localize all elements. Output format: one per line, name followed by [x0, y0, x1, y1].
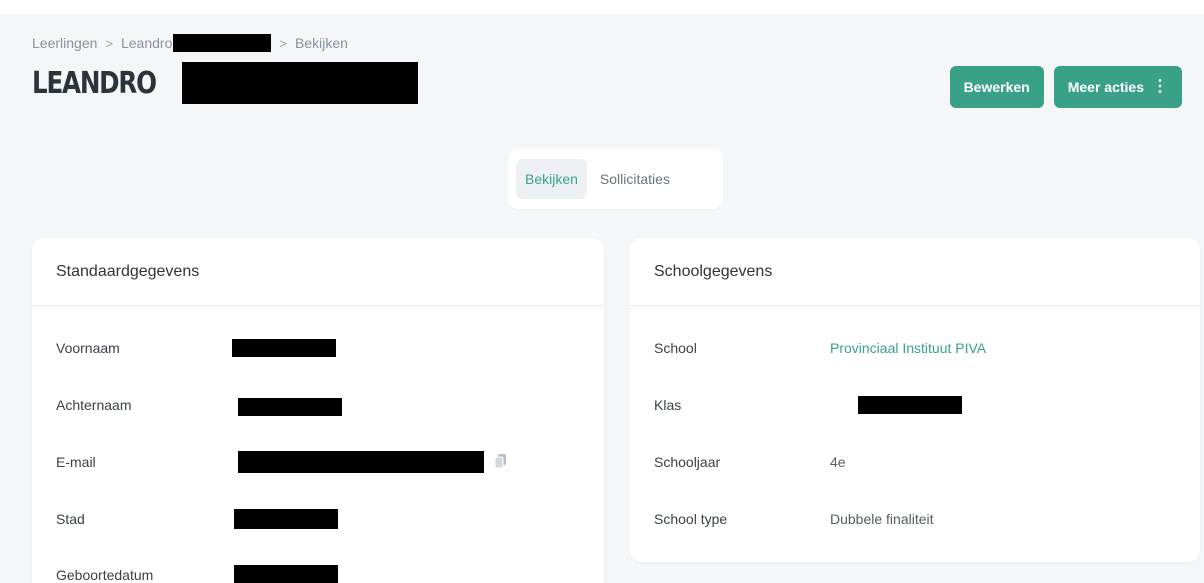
field-row-school: School Provinciaal Instituut PIVA: [654, 338, 986, 358]
card-title: Schoolgegevens: [630, 238, 1200, 306]
breadcrumb-item-student[interactable]: Leandro: [120, 34, 272, 52]
breadcrumb-item-leerlingen[interactable]: Leerlingen: [32, 35, 97, 51]
field-label: Achternaam: [56, 397, 132, 413]
tab-bekijken[interactable]: Bekijken: [516, 159, 587, 199]
field-label: Voornaam: [56, 340, 120, 356]
kebab-icon: ⋮: [1152, 78, 1168, 95]
field-label: School: [654, 340, 697, 356]
school-info-card: Schoolgegevens School Provinciaal Instit…: [630, 238, 1200, 562]
field-value: 4e: [830, 454, 846, 470]
field-label: Schooljaar: [654, 454, 721, 470]
edit-button[interactable]: Bewerken: [949, 66, 1044, 108]
more-actions-button[interactable]: Meer acties ⋮: [1053, 66, 1182, 108]
field-row-email: E-mail: [56, 451, 508, 473]
redaction-block: [238, 398, 342, 416]
page-title: LEANDRO: [32, 62, 418, 104]
top-strip: [0, 0, 1204, 14]
header-actions: Bewerken Meer acties ⋮: [949, 66, 1182, 108]
field-label: Geboortedatum: [56, 567, 154, 583]
field-label: School type: [654, 511, 728, 527]
field-label: E-mail: [56, 454, 96, 470]
more-actions-label: Meer acties: [1067, 79, 1144, 95]
page-title-text: LEANDRO: [32, 65, 157, 101]
field-value: Dubbele finaliteit: [830, 511, 934, 527]
field-label: Klas: [654, 397, 682, 413]
redaction-block: [234, 509, 338, 529]
edit-button-label: Bewerken: [963, 79, 1030, 95]
standard-info-card: Standaardgegevens Voornaam Achternaam E-…: [32, 238, 604, 583]
field-label: Stad: [56, 511, 85, 527]
breadcrumb: Leerlingen > Leandro > Bekijken: [32, 34, 348, 52]
redaction-block: [182, 62, 418, 104]
redaction-block: [238, 451, 484, 473]
redaction-block: [232, 339, 336, 357]
field-row-school-type: School type Dubbele finaliteit: [654, 509, 934, 529]
tab-bar: Bekijken Sollicitaties: [508, 149, 723, 209]
field-row-stad: Stad: [56, 509, 338, 529]
redaction-block: [858, 396, 962, 414]
breadcrumb-student-label: Leandro: [120, 35, 173, 51]
field-row-schooljaar: Schooljaar 4e: [654, 452, 846, 472]
breadcrumb-item-current: Bekijken: [294, 35, 348, 51]
copy-icon[interactable]: [494, 453, 508, 472]
chevron-right-icon: >: [105, 35, 113, 51]
field-row-voornaam: Voornaam: [56, 338, 336, 358]
field-row-klas: Klas: [654, 395, 962, 415]
card-title: Standaardgegevens: [32, 238, 604, 306]
tab-sollicitaties[interactable]: Sollicitaties: [591, 159, 679, 199]
redaction-block: [173, 34, 272, 52]
field-row-achternaam: Achternaam: [56, 395, 342, 416]
chevron-right-icon: >: [279, 35, 287, 51]
redaction-block: [234, 565, 338, 583]
field-row-geboortedatum: Geboortedatum: [56, 565, 338, 583]
school-link[interactable]: Provinciaal Instituut PIVA: [830, 340, 986, 356]
